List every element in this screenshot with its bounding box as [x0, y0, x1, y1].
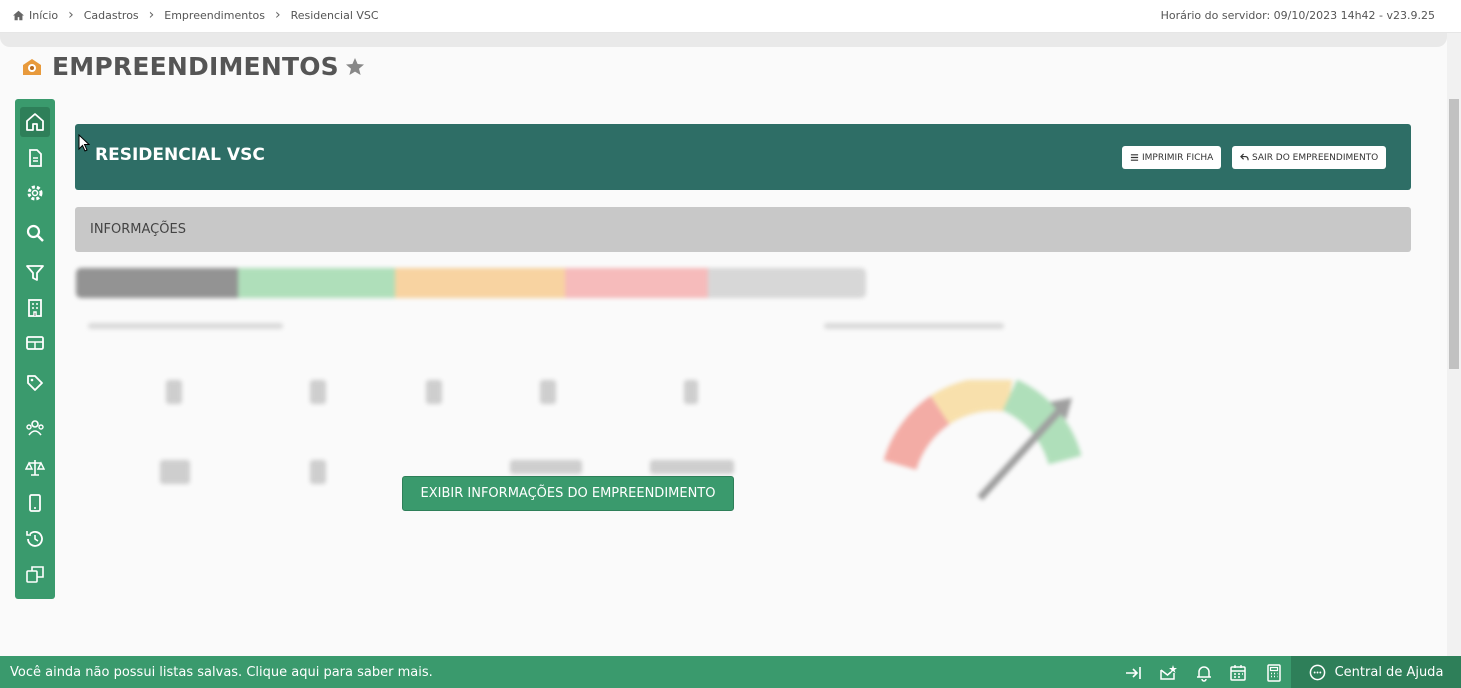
blurred-stat [160, 460, 190, 484]
scrollbar-thumb[interactable] [1449, 99, 1459, 369]
calendar-icon[interactable] [1229, 664, 1247, 682]
dock-right-icon[interactable] [1124, 664, 1142, 682]
legend-segment [708, 268, 866, 298]
blurred-stat [540, 380, 556, 404]
blurred-subtitle [88, 323, 283, 329]
sidebar-mobile-button[interactable] [20, 488, 50, 518]
chevron-right-icon: › [68, 7, 74, 23]
vertical-scrollbar[interactable] [1447, 33, 1461, 656]
home-icon[interactable] [12, 10, 25, 21]
print-sheet-label: IMPRIMIR FICHA [1142, 152, 1214, 163]
server-time: Horário do servidor: 09/10/2023 14h42 - … [1160, 9, 1435, 22]
tag-icon [27, 375, 43, 391]
footer-bar: Você ainda não possui listas salvas. Cli… [0, 656, 1461, 688]
sidebar-building-button[interactable] [20, 293, 50, 323]
blurred-stat [684, 380, 698, 404]
chat-icon [1309, 664, 1325, 680]
exit-project-label: SAIR DO EMPREENDIMENTO [1252, 152, 1379, 163]
breadcrumb-item-empreendimentos[interactable]: Empreendimentos [164, 9, 265, 22]
sidebar-tag-button[interactable] [20, 368, 50, 398]
info-section-label: INFORMAÇÕES [90, 222, 186, 237]
users-icon [26, 420, 44, 436]
chevron-right-icon: › [274, 7, 281, 23]
sidebar-settings-button[interactable] [20, 178, 50, 208]
favorite-star-icon[interactable] [345, 57, 365, 77]
sidebar-legal-button[interactable] [20, 453, 50, 483]
blurred-stat [510, 460, 582, 474]
breadcrumb-item-cadastros[interactable]: Cadastros [84, 9, 139, 22]
help-center-button[interactable]: Central de Ajuda [1291, 656, 1461, 688]
units-status-legend [76, 268, 866, 298]
chevron-right-icon: › [148, 7, 155, 23]
mouse-cursor-icon [78, 134, 90, 152]
filter-icon [26, 265, 44, 281]
breadcrumb-item-current: Residencial VSC [290, 9, 379, 22]
blurred-stat [426, 380, 442, 404]
table-icon [26, 336, 44, 350]
home-icon [26, 113, 44, 131]
project-header: RESIDENCIAL VSC IMPRIMIR FICHA SAIR DO E… [75, 124, 1411, 190]
info-section-header[interactable]: INFORMAÇÕES [75, 207, 1411, 252]
exit-project-button[interactable]: SAIR DO EMPREENDIMENTO [1232, 146, 1387, 169]
sidebar-home-button[interactable] [20, 107, 50, 137]
bell-icon[interactable] [1195, 664, 1213, 682]
legend-segment [565, 268, 708, 298]
project-title: RESIDENCIAL VSC [95, 145, 265, 165]
copy-icon [26, 566, 44, 583]
blurred-stat [310, 460, 326, 484]
top-bar: Início › Cadastros › Empreendimentos › R… [0, 0, 1461, 33]
reply-icon [1240, 153, 1249, 161]
mail-star-icon[interactable] [1159, 664, 1177, 682]
history-icon [26, 531, 43, 547]
document-icon [29, 149, 42, 167]
print-sheet-button[interactable]: IMPRIMIR FICHA [1122, 146, 1222, 169]
scale-icon [25, 460, 45, 476]
list-icon [1130, 154, 1139, 161]
sidebar-history-button[interactable] [20, 524, 50, 554]
search-icon [26, 224, 44, 242]
legend-segment [238, 268, 395, 298]
show-project-info-button[interactable]: EXIBIR INFORMAÇÕES DO EMPREENDIMENTO [402, 476, 734, 511]
page-header: EMPREENDIMENTOS [20, 52, 365, 81]
blurred-stat [166, 380, 182, 404]
legend-segment [395, 268, 565, 298]
help-center-label: Central de Ajuda [1334, 664, 1444, 680]
sidebar-search-button[interactable] [20, 218, 50, 248]
saved-lists-message[interactable]: Você ainda não possui listas salvas. Cli… [10, 665, 433, 680]
sidebar [15, 99, 55, 599]
page-title: EMPREENDIMENTOS [52, 52, 339, 81]
sidebar-document-button[interactable] [20, 143, 50, 173]
calculator-icon[interactable] [1265, 664, 1283, 682]
gauge-chart [883, 380, 1082, 501]
sidebar-table-button[interactable] [20, 328, 50, 358]
sidebar-copy-button[interactable] [20, 559, 50, 589]
sidebar-users-button[interactable] [20, 413, 50, 443]
sidebar-filter-button[interactable] [20, 258, 50, 288]
breadcrumb-item-inicio[interactable]: Início [29, 9, 58, 22]
blurred-stat [310, 380, 326, 404]
header-divider [0, 33, 1447, 47]
building-logo-icon [23, 58, 41, 75]
blurred-subtitle [824, 323, 1004, 329]
legend-segment [76, 268, 238, 298]
breadcrumb: Início › Cadastros › Empreendimentos › R… [12, 7, 379, 23]
blurred-stat [650, 460, 734, 474]
building-icon [28, 299, 42, 317]
gear-icon [27, 185, 43, 201]
mobile-icon [29, 494, 41, 512]
